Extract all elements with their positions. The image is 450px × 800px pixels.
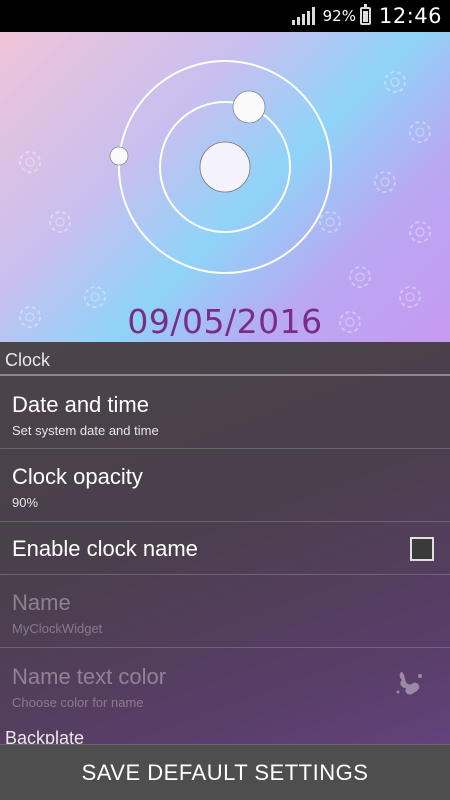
section-header-clock: Clock — [0, 342, 450, 376]
clock-preview: 09/05/2016 — [0, 32, 450, 342]
pref-summary: Choose color for name — [12, 695, 144, 710]
clock-rings — [109, 60, 332, 274]
pref-title: Enable clock name — [12, 536, 198, 561]
pref-summary: Set system date and time — [12, 423, 159, 438]
pref-summary: MyClockWidget — [12, 621, 103, 636]
settings-panel: Clock Date and time Set system date and … — [0, 342, 450, 800]
paint-splash-icon — [396, 672, 422, 695]
status-bar: 92% 12:46 — [0, 0, 450, 32]
pref-title: Clock opacity — [12, 464, 143, 489]
pref-enable-clock-name[interactable]: Enable clock name — [0, 522, 450, 575]
pref-date-time[interactable]: Date and time Set system date and time — [0, 376, 450, 449]
pref-title: Name text color — [12, 664, 167, 689]
pref-name[interactable]: Name MyClockWidget — [0, 575, 450, 648]
pref-title: Name — [12, 590, 71, 615]
status-time: 12:46 — [378, 4, 442, 28]
clock-date: 09/05/2016 — [127, 302, 323, 341]
pref-title: Date and time — [12, 392, 149, 417]
enable-clock-name-checkbox[interactable] — [410, 537, 434, 561]
save-default-settings-button[interactable]: SAVE DEFAULT SETTINGS — [0, 744, 450, 800]
pref-name-text-color[interactable]: Name text color Choose color for name — [0, 648, 450, 721]
pref-clock-opacity[interactable]: Clock opacity 90% — [0, 449, 450, 522]
battery-percent: 92% — [322, 7, 356, 25]
signal-icon — [291, 7, 315, 25]
pref-summary: 90% — [12, 495, 39, 510]
battery-icon — [359, 4, 371, 25]
